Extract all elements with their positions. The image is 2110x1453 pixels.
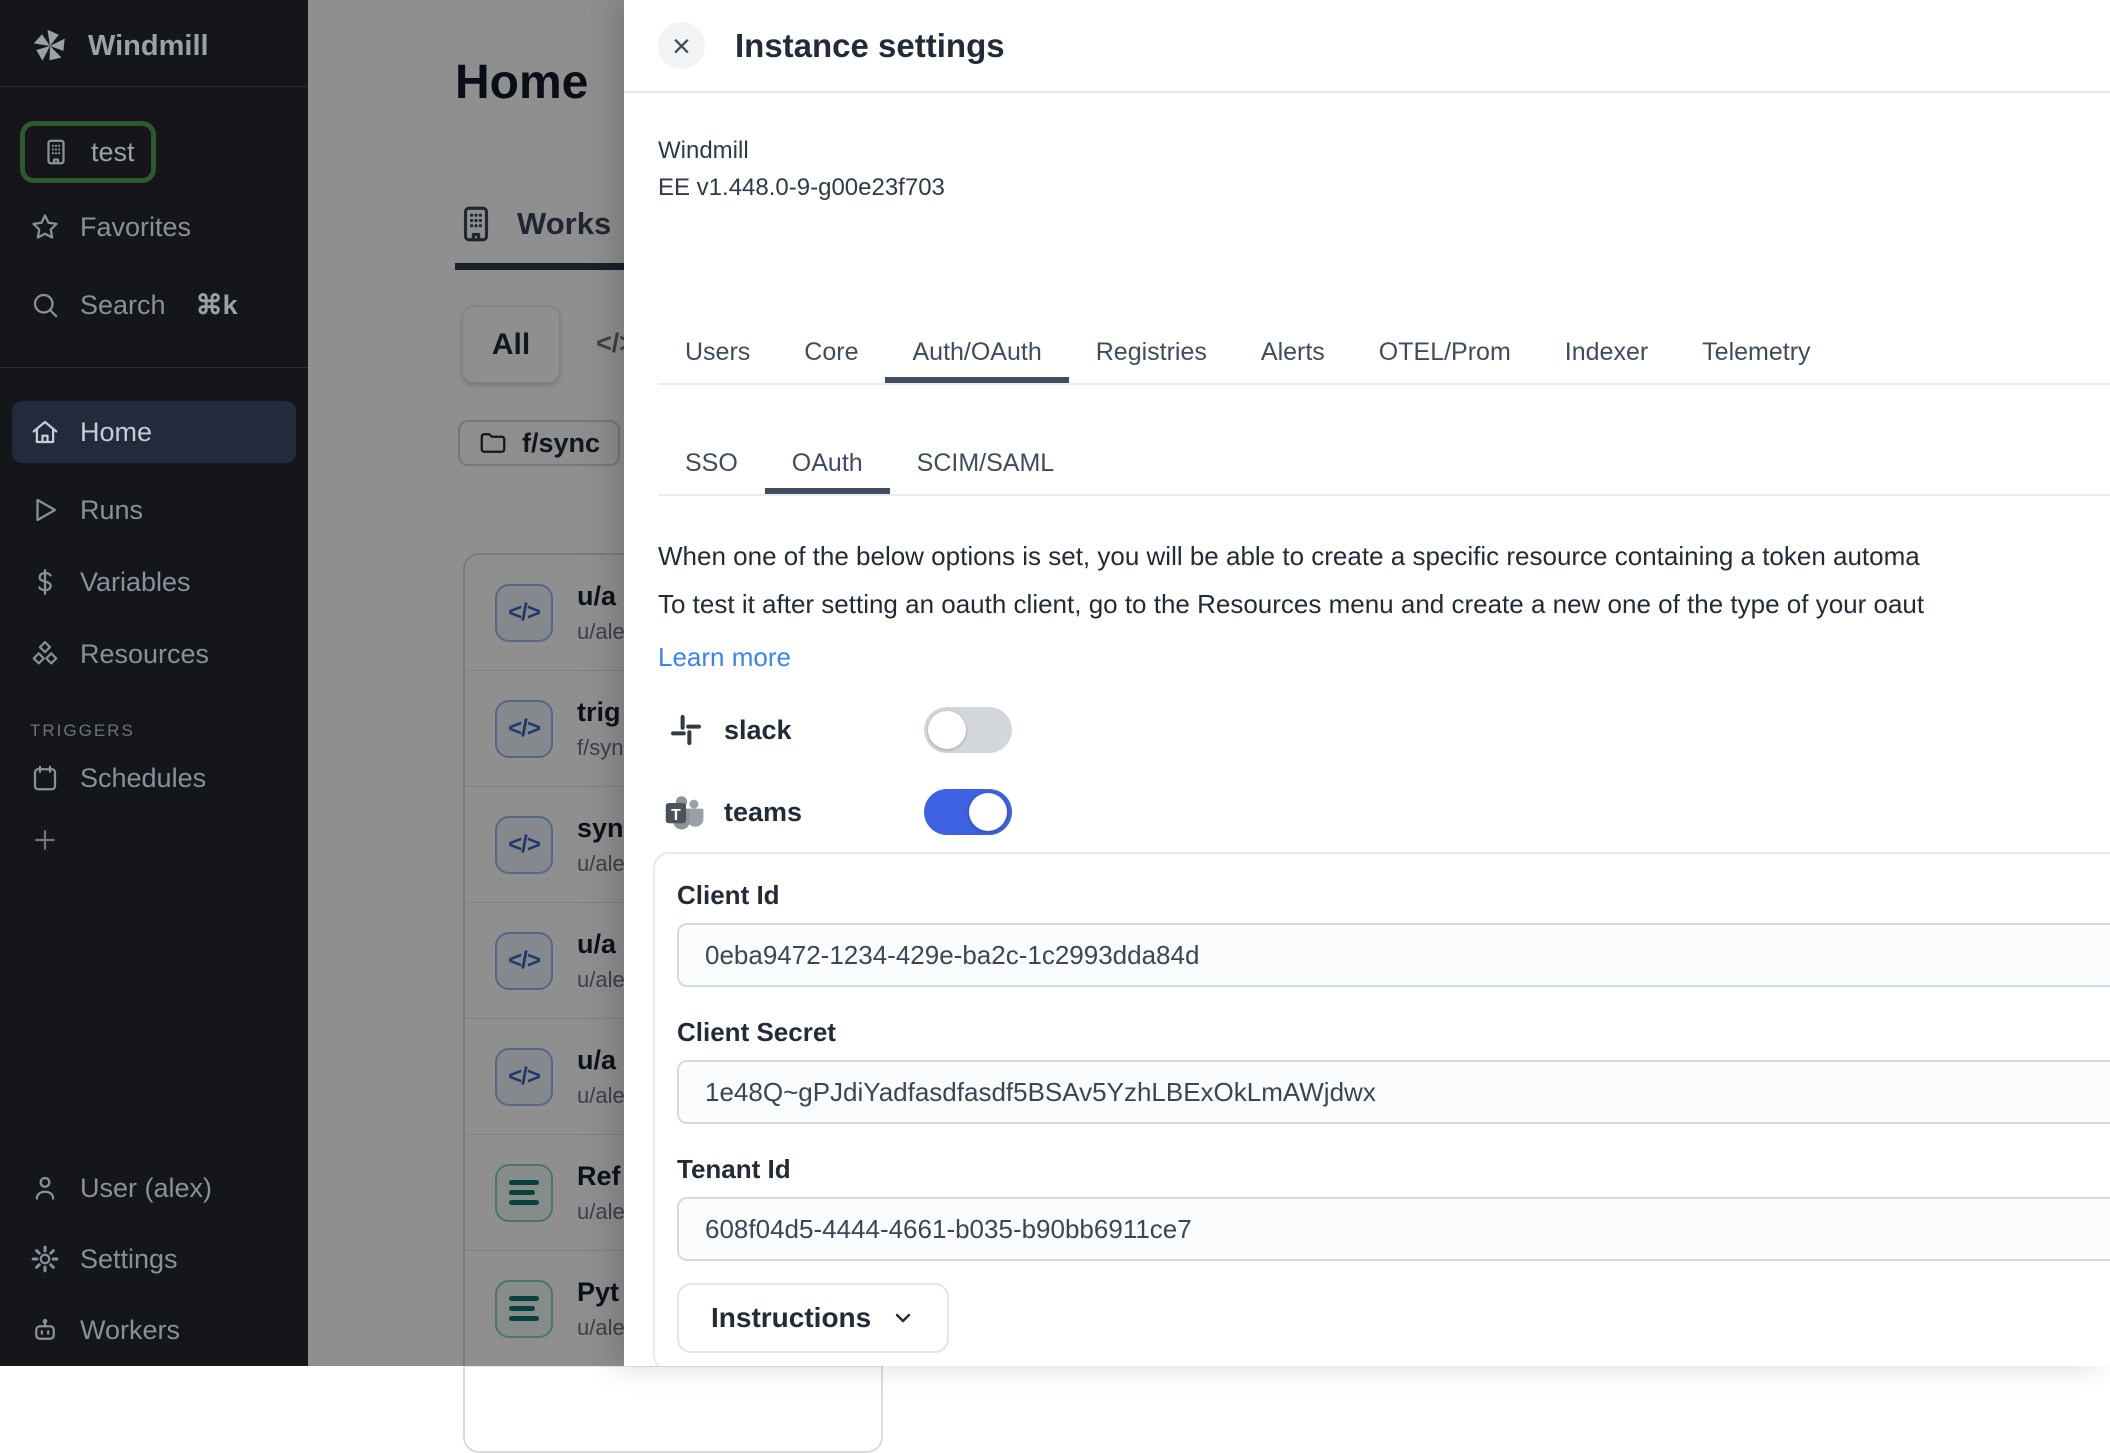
workspace-name: test (91, 137, 135, 168)
plus-icon (30, 825, 60, 855)
cubes-icon (30, 639, 60, 669)
teams-label: teams (724, 797, 874, 828)
toggle-knob (928, 711, 966, 749)
sidebar-bottom: User (alex) Settings Workers (0, 1157, 308, 1361)
drawer-header: × Instance settings (624, 0, 2110, 93)
sidebar-add-button[interactable] (12, 809, 296, 871)
oauth-description-line2: To test it after setting an oauth client… (658, 580, 2110, 628)
workspace-selector[interactable]: test (20, 121, 156, 183)
drawer-body: Windmill EE v1.448.0-9-g00e23f703 Users … (624, 93, 2110, 1366)
sidebar-item-user[interactable]: User (alex) (12, 1157, 296, 1219)
chevron-down-icon (891, 1306, 915, 1330)
drawer-title: Instance settings (735, 27, 1005, 65)
sidebar-item-settings[interactable]: Settings (12, 1228, 296, 1290)
slack-integration-row: slack (658, 707, 2110, 753)
sidebar-item-resources[interactable]: Resources (12, 623, 296, 685)
sidebar-item-label: User (alex) (80, 1173, 212, 1204)
sidebar-divider (0, 86, 308, 87)
app-version: EE v1.448.0-9-g00e23f703 (658, 174, 2110, 202)
oauth-description-line1: When one of the below options is set, yo… (658, 532, 2110, 580)
sidebar-item-search[interactable]: Search ⌘k (12, 277, 296, 333)
building-icon (41, 137, 71, 167)
sidebar-item-label: Settings (80, 1244, 178, 1275)
tab-users[interactable]: Users (658, 324, 777, 383)
dollar-icon (30, 567, 60, 597)
tenant-id-label: Tenant Id (677, 1154, 2110, 1185)
sidebar-item-label: Variables (80, 567, 191, 598)
slack-toggle[interactable] (924, 707, 1012, 753)
teams-icon: T (663, 794, 709, 830)
close-button[interactable]: × (658, 22, 705, 69)
slack-label: slack (724, 715, 874, 746)
sidebar-item-runs[interactable]: Runs (12, 479, 296, 541)
client-id-input[interactable] (677, 923, 2110, 987)
home-icon (30, 417, 60, 447)
sidebar-item-label: Search (80, 290, 166, 321)
star-icon (30, 212, 60, 242)
sidebar-item-home[interactable]: Home (12, 401, 296, 463)
gear-icon (30, 1244, 60, 1274)
client-id-label: Client Id (677, 880, 2110, 911)
teams-integration-row: T teams (658, 789, 2110, 835)
tenant-id-input[interactable] (677, 1197, 2110, 1261)
toggle-knob (969, 793, 1007, 831)
auth-subtabs: SSO OAuth SCIM/SAML (658, 435, 2110, 496)
windmill-logo-icon (30, 26, 70, 66)
sidebar-item-favorites[interactable]: Favorites (12, 199, 296, 255)
robot-icon (30, 1315, 60, 1345)
search-icon (30, 290, 60, 320)
sidebar-item-variables[interactable]: Variables (12, 551, 296, 613)
brand-name: Windmill (88, 30, 209, 63)
sidebar-item-workers[interactable]: Workers (12, 1299, 296, 1361)
user-icon (30, 1173, 60, 1203)
brand: Windmill (0, 0, 308, 86)
teams-oauth-card: Client Id Client Secret Tenant Id Instru… (653, 852, 2110, 1366)
tab-telemetry[interactable]: Telemetry (1675, 324, 1837, 383)
sidebar-item-label: Favorites (80, 212, 191, 243)
settings-tabs: Users Core Auth/OAuth Registries Alerts … (658, 324, 2110, 385)
sidebar-item-label: Schedules (80, 763, 206, 794)
sidebar: Windmill test Favorites Search ⌘k Home (0, 0, 308, 1366)
teams-toggle[interactable] (924, 789, 1012, 835)
subtab-scim-saml[interactable]: SCIM/SAML (890, 435, 1082, 494)
app-name: Windmill (658, 137, 2110, 165)
sidebar-item-label: Home (80, 417, 152, 448)
sidebar-item-label: Resources (80, 639, 209, 670)
sidebar-item-label: Runs (80, 495, 143, 526)
close-icon: × (672, 30, 691, 62)
calendar-icon (30, 763, 60, 793)
sidebar-item-schedules[interactable]: Schedules (12, 747, 296, 809)
search-shortcut: ⌘k (196, 290, 238, 321)
slack-icon (668, 712, 704, 748)
tab-otel-prom[interactable]: OTEL/Prom (1352, 324, 1538, 383)
sidebar-divider (0, 367, 308, 368)
subtab-oauth[interactable]: OAuth (765, 435, 890, 494)
tab-auth-oauth[interactable]: Auth/OAuth (885, 324, 1068, 383)
subtab-sso[interactable]: SSO (658, 435, 765, 494)
learn-more-link[interactable]: Learn more (658, 642, 791, 673)
instructions-label: Instructions (711, 1302, 871, 1334)
tab-indexer[interactable]: Indexer (1538, 324, 1675, 383)
instructions-button[interactable]: Instructions (677, 1283, 949, 1353)
tab-alerts[interactable]: Alerts (1234, 324, 1352, 383)
tab-core[interactable]: Core (777, 324, 885, 383)
instance-settings-drawer: × Instance settings Windmill EE v1.448.0… (624, 0, 2110, 1366)
triggers-heading: TRIGGERS (30, 721, 308, 741)
sidebar-item-label: Workers (80, 1315, 180, 1346)
client-secret-label: Client Secret (677, 1017, 2110, 1048)
tab-registries[interactable]: Registries (1069, 324, 1234, 383)
client-secret-input[interactable] (677, 1060, 2110, 1124)
svg-text:T: T (671, 807, 681, 824)
play-icon (30, 495, 60, 525)
